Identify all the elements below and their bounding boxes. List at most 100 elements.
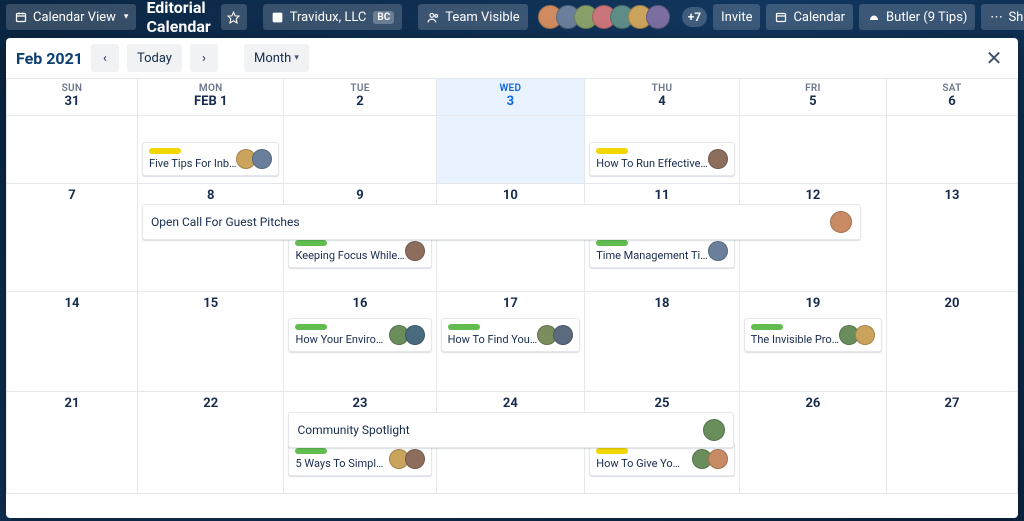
calendar-span-card[interactable]: Community Spotlight — [288, 412, 733, 448]
calendar-cell[interactable]: 18 — [585, 292, 740, 392]
calendar-cell[interactable] — [437, 116, 586, 184]
calendar-card[interactable]: Five Tips For Inb… — [142, 142, 279, 176]
card-avatars — [707, 419, 725, 441]
calendar-cell[interactable]: 22 — [138, 392, 284, 494]
card-label — [448, 324, 480, 330]
ellipsis-icon: ⋯ — [989, 10, 1003, 24]
calendar-cell[interactable]: 235 Ways To Simpl…Community Spotlight — [284, 392, 436, 494]
member-avatar[interactable] — [553, 325, 573, 345]
member-avatar[interactable] — [703, 419, 725, 441]
day-header: SAT6 — [887, 79, 1018, 116]
calendar-grid: SUN31MONFEB 1TUE2WED3THU4FRI5SAT6Five Ti… — [6, 78, 1018, 494]
card-avatars — [843, 325, 875, 345]
day-date: 6 — [887, 94, 1017, 109]
member-avatar[interactable] — [855, 325, 875, 345]
board-member-avatars[interactable] — [540, 5, 674, 29]
card-label — [596, 448, 628, 454]
day-header: WED3 — [437, 79, 586, 116]
team-button[interactable]: Travidux, LLC BC — [263, 4, 403, 30]
member-avatar[interactable] — [405, 449, 425, 469]
calendar-cell[interactable]: 16 How Your Enviro… — [284, 292, 436, 392]
cell-date: 9 — [284, 188, 435, 203]
invite-button[interactable]: Invite — [713, 4, 760, 30]
member-avatar[interactable] — [708, 149, 728, 169]
calendar-cell[interactable]: Five Tips For Inb… — [138, 116, 284, 184]
member-avatar[interactable] — [405, 325, 425, 345]
card-title: How To Run Effective… — [596, 157, 708, 170]
member-avatar[interactable] — [830, 211, 852, 233]
butler-button[interactable]: Butler (9 Tips) — [859, 4, 975, 30]
card-title: Five Tips For Inb… — [149, 157, 236, 170]
member-avatar[interactable] — [708, 449, 728, 469]
calendar-cell[interactable]: 21 — [7, 392, 138, 494]
calendar-card[interactable]: How To Find You… — [441, 318, 581, 352]
card-label — [149, 148, 181, 154]
card-label — [295, 448, 327, 454]
cell-date: 14 — [7, 296, 137, 311]
invite-label: Invite — [721, 10, 752, 25]
day-of-week: SAT — [887, 83, 1017, 94]
view-select-label: Month — [254, 51, 291, 66]
calendar-cell[interactable]: 27 — [887, 392, 1018, 494]
card-label — [295, 324, 327, 330]
calendar-card[interactable]: How To Run Effective… — [589, 142, 735, 176]
board-title[interactable]: Editorial Calendar — [142, 4, 214, 30]
calendar-cell[interactable]: 17How To Find You… — [437, 292, 586, 392]
show-menu-label: Show Menu — [1008, 10, 1024, 25]
cell-date: 24 — [437, 396, 585, 411]
member-avatar[interactable] — [646, 5, 670, 29]
card-title: Keeping Focus While… — [295, 249, 404, 262]
next-button[interactable]: › — [190, 44, 218, 72]
board-topbar: Calendar View ▾ Editorial Calendar Travi… — [0, 0, 1024, 34]
visibility-label: Team Visible — [445, 10, 519, 25]
calendar-icon — [774, 10, 788, 24]
show-menu-button[interactable]: ⋯ Show Menu — [981, 4, 1024, 30]
calendar-cell[interactable]: 26 — [740, 392, 887, 494]
calendar-cell[interactable] — [740, 116, 887, 184]
cell-date: 7 — [7, 188, 137, 203]
calendar-cell[interactable]: 7 — [7, 184, 138, 292]
prev-button[interactable]: ‹ — [91, 44, 119, 72]
calendar-card[interactable]: How Your Enviro… — [288, 318, 431, 352]
member-avatar[interactable] — [252, 149, 272, 169]
card-avatars — [240, 149, 272, 169]
member-avatar[interactable] — [708, 241, 728, 261]
avatar-overflow[interactable]: +7 — [682, 7, 707, 27]
calendar-cell[interactable]: 8Open Call For Guest Pitches — [138, 184, 284, 292]
close-button[interactable]: ✕ — [980, 44, 1008, 72]
visibility-button[interactable]: Team Visible — [418, 4, 527, 30]
calendar-cell[interactable]: 20 — [887, 292, 1018, 392]
calendar-card[interactable]: The Invisible Pro… — [744, 318, 882, 352]
cell-date: 27 — [887, 396, 1017, 411]
calendar-span-card[interactable]: Open Call For Guest Pitches — [142, 204, 861, 240]
day-header: SUN31 — [7, 79, 138, 116]
calendar-cell[interactable]: 19The Invisible Pro… — [740, 292, 887, 392]
calendar-cell[interactable] — [7, 116, 138, 184]
close-icon: ✕ — [986, 46, 1003, 70]
view-select[interactable]: Month ▾ — [244, 44, 309, 72]
card-label — [751, 324, 783, 330]
calendar-cell[interactable]: How To Run Effective… — [585, 116, 740, 184]
calendar-cell[interactable]: 15 — [138, 292, 284, 392]
card-label — [295, 240, 327, 246]
calendar-cell[interactable] — [887, 116, 1018, 184]
view-switcher-label: Calendar View — [33, 10, 116, 25]
star-button[interactable] — [221, 4, 247, 30]
cell-date: 16 — [284, 296, 435, 311]
day-date: 5 — [740, 94, 886, 109]
team-logo-icon — [271, 10, 285, 24]
today-button[interactable]: Today — [127, 44, 182, 72]
day-date: 4 — [585, 94, 739, 109]
calendar-cell[interactable]: 13 — [887, 184, 1018, 292]
calendar-cell[interactable]: 14 — [7, 292, 138, 392]
day-of-week: SUN — [7, 83, 137, 94]
team-label: Travidux, LLC — [290, 10, 367, 25]
butler-label: Butler (9 Tips) — [886, 10, 967, 25]
card-avatars — [696, 449, 728, 469]
member-avatar[interactable] — [405, 241, 425, 261]
day-header: FRI5 — [740, 79, 887, 116]
calendar-powerup-button[interactable]: Calendar — [766, 4, 853, 30]
card-title: How To Give Yo… — [596, 457, 692, 470]
calendar-cell[interactable] — [284, 116, 436, 184]
view-switcher[interactable]: Calendar View ▾ — [6, 4, 136, 30]
